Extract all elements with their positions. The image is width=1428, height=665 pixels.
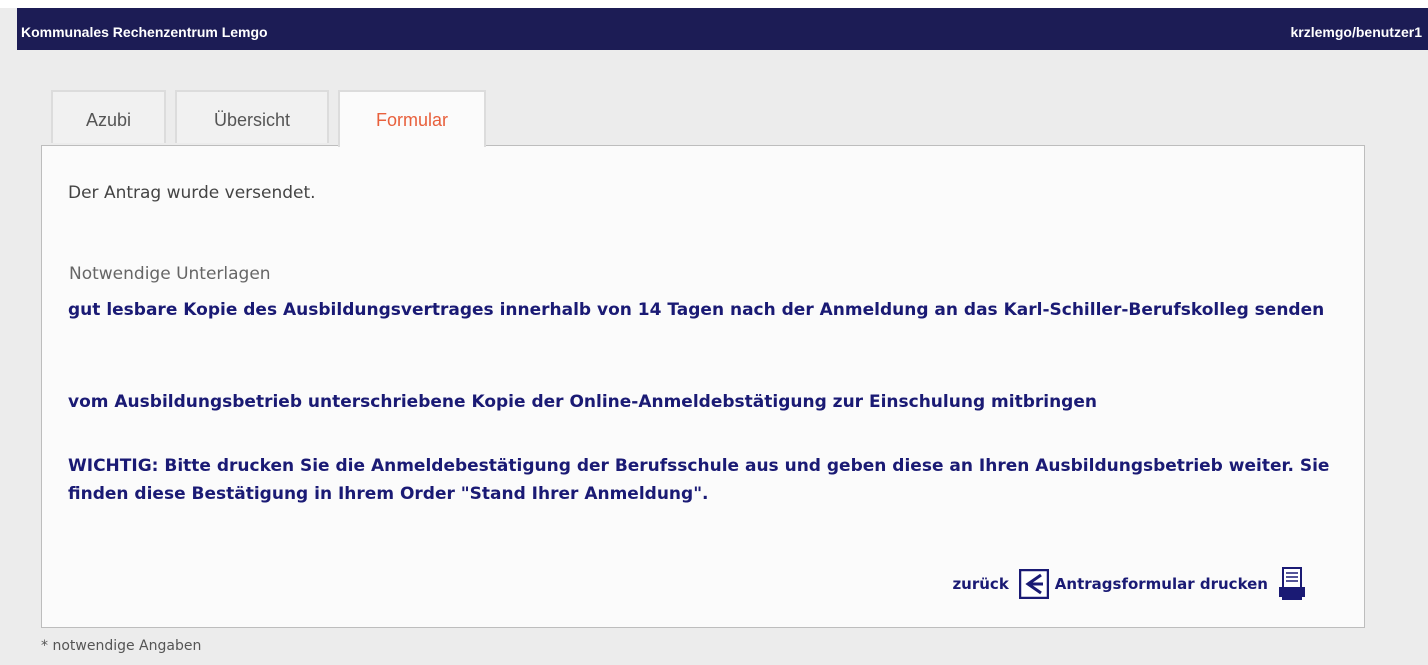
requirement-item: WICHTIG: Bitte drucken Sie die Anmeldebe… — [68, 456, 1330, 504]
requirement-item: gut lesbare Kopie des Ausbildungsvertrag… — [68, 300, 1325, 320]
section-title: Notwendige Unterlagen — [69, 264, 271, 284]
tab-azubi[interactable]: Azubi — [51, 90, 166, 143]
required-fields-note: * notwendige Angaben — [41, 638, 202, 654]
status-message: Der Antrag wurde versendet. — [68, 183, 316, 203]
tab-uebersicht[interactable]: Übersicht — [175, 90, 329, 143]
printer-icon[interactable] — [1278, 567, 1306, 601]
back-arrow-icon[interactable] — [1018, 569, 1049, 599]
form-panel: Der Antrag wurde versendet. Notwendige U… — [41, 145, 1365, 628]
tab-formular[interactable]: Formular — [338, 90, 486, 147]
action-bar: zurück Antragsformular drucken — [952, 566, 1306, 602]
app-title: Kommunales Rechenzentrum Lemgo — [21, 24, 268, 40]
app-header: Kommunales Rechenzentrum Lemgo krzlemgo/… — [17, 8, 1428, 50]
top-strip — [0, 0, 1428, 8]
back-link[interactable]: zurück — [952, 575, 1008, 593]
user-name[interactable]: krzlemgo/benutzer1 — [1291, 24, 1422, 40]
print-form-link[interactable]: Antragsformular drucken — [1055, 575, 1268, 593]
requirement-item: vom Ausbildungsbetrieb unterschriebene K… — [68, 392, 1097, 412]
